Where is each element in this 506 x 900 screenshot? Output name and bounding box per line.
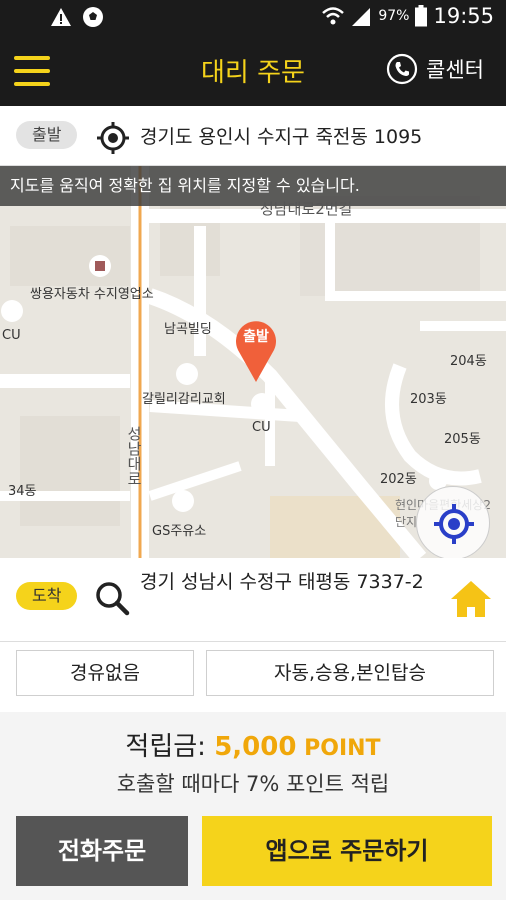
status-bar: 97% 19:55 xyxy=(0,0,506,36)
map-label-204: 204동 xyxy=(450,354,487,369)
arrival-row[interactable]: 도착 경기 성남시 수정구 태평동 7337-2 xyxy=(0,558,506,642)
options-row: 경유없음 자동,승용,본인탑승 xyxy=(0,642,506,712)
map-hint-banner: 지도를 움직여 정확한 집 위치를 지정할 수 있습니다. xyxy=(0,166,506,206)
location-target-icon[interactable] xyxy=(96,121,130,155)
my-location-button[interactable] xyxy=(416,486,490,558)
phone-icon xyxy=(386,53,418,85)
clock-time: 19:55 xyxy=(433,4,494,28)
points-amount: 5,000 xyxy=(214,732,297,762)
app-header: 대리 주문 콜센터 xyxy=(0,36,506,106)
map-view[interactable]: 지도를 움직여 정확한 집 위치를 지정할 수 있습니다. 성남대로2번길 쌍용… xyxy=(0,166,506,558)
map-label-205: 205동 xyxy=(444,432,481,447)
departure-badge: 출발 xyxy=(16,121,78,149)
soccer-ball-icon xyxy=(83,7,103,27)
map-label-203: 203동 xyxy=(410,392,447,407)
battery-icon xyxy=(415,5,428,27)
pin-label: 출발 xyxy=(243,329,269,345)
map-label-road-vertical: 성남대로 xyxy=(125,426,143,486)
departure-row[interactable]: 출발 경기도 용인시 수지구 죽전동 1095 xyxy=(0,106,506,166)
phone-order-button[interactable]: 전화주문 xyxy=(16,816,188,886)
map-label-cu-left: CU xyxy=(2,328,21,343)
signal-icon xyxy=(352,8,371,26)
crosshair-icon xyxy=(434,504,474,544)
wifi-icon xyxy=(322,7,345,25)
points-description: 호출할 때마다 7% 포인트 적립 xyxy=(116,772,390,796)
map-label-34: 34동 xyxy=(8,484,37,499)
points-line: 적립금: 5,000 POINT xyxy=(0,726,506,763)
search-icon[interactable] xyxy=(94,580,130,616)
map-label-gs: GS주유소 xyxy=(152,524,207,539)
map-label-namgok: 남곡빌딩 xyxy=(164,322,212,337)
warning-icon xyxy=(51,8,71,26)
arrival-badge: 도착 xyxy=(16,582,78,610)
map-label-ssangyong: 쌍용자동차 수지영업소 xyxy=(30,287,154,302)
arrival-address: 경기 성남시 수정구 태평동 7337-2 xyxy=(140,571,424,593)
hamburger-menu-icon[interactable] xyxy=(14,56,50,86)
points-label: 적립금: xyxy=(125,732,215,762)
call-center-button[interactable]: 콜센터 xyxy=(386,53,484,85)
map-label-galilee: 갈릴리감리교회 xyxy=(142,392,226,407)
map-label-202: 202동 xyxy=(380,472,417,487)
map-label-cu-center: CU xyxy=(252,420,271,435)
car-option-button[interactable]: 자동,승용,본인탑승 xyxy=(206,650,494,696)
points-section: 적립금: 5,000 POINT 호출할 때마다 7% 포인트 적립 xyxy=(0,712,506,804)
home-icon[interactable] xyxy=(450,580,492,618)
battery-percent: 97% xyxy=(378,8,410,24)
departure-pin[interactable]: 출발 xyxy=(232,314,280,384)
app-order-button[interactable]: 앱으로 주문하기 xyxy=(202,816,492,886)
call-center-label: 콜센터 xyxy=(426,58,484,82)
route-option-button[interactable]: 경유없음 xyxy=(16,650,194,696)
map-label-road-top: 성남대로2번길 xyxy=(260,200,353,218)
map-pin-icon xyxy=(236,321,276,382)
departure-address: 경기도 용인시 수지구 죽전동 1095 xyxy=(140,126,423,148)
points-unit: POINT xyxy=(296,736,381,761)
